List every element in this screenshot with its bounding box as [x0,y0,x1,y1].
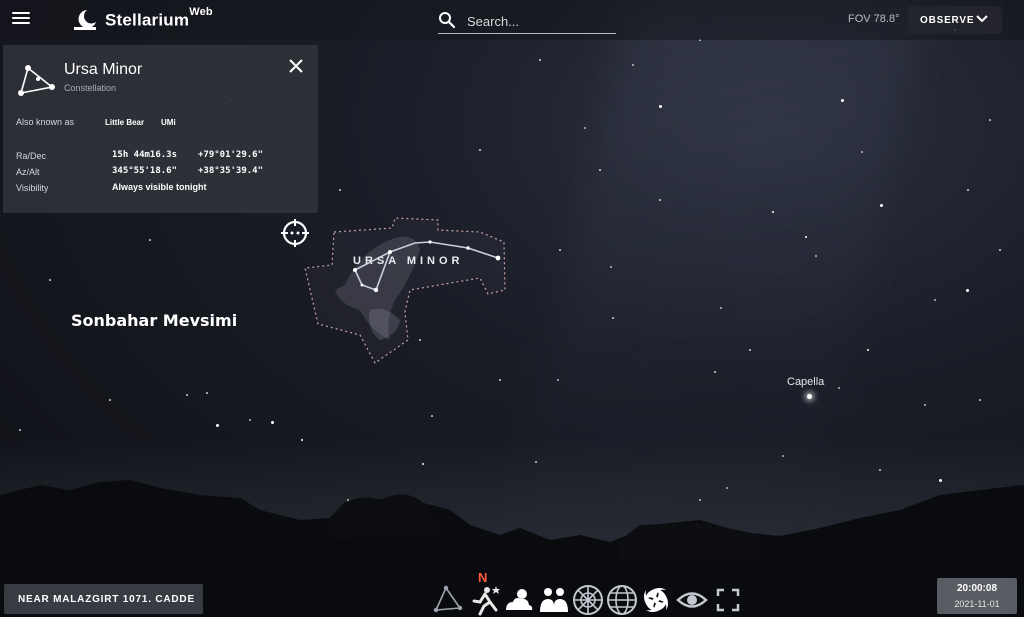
star [539,59,541,61]
star [49,279,51,281]
visibility-label: Visibility [16,183,49,193]
star [989,119,991,121]
atmosphere-icon[interactable] [502,584,534,616]
object-type: Constellation [64,83,117,93]
star [879,203,883,207]
visibility-value: Always visible tonight [112,182,207,192]
star [249,419,251,421]
brand-title: StellariumWeb [105,6,213,30]
star [658,104,662,108]
radec-label: Ra/Dec [16,151,47,161]
constellation-art-icon[interactable] [470,584,502,616]
search-box[interactable] [438,9,619,34]
star [215,423,219,427]
star [999,249,1001,251]
star-label-capella[interactable]: Capella [787,376,824,388]
star [610,266,612,268]
azimuthal-grid-icon[interactable] [572,584,604,616]
search-input[interactable] [465,10,619,32]
season-text: Sonbahar Mevsimi [71,311,238,330]
alias-chip: Little Bear [105,118,145,127]
star [431,415,433,417]
bottom-toolbar: N [430,568,746,617]
constellation-icon [18,65,55,96]
night-mode-icon[interactable] [676,584,708,616]
az-value: 345°55'18.6" [112,166,178,176]
ra-value: 15h 44m16.3s [112,150,178,160]
star [924,404,926,406]
star [720,307,722,309]
menu-button[interactable] [10,9,32,31]
star [979,399,981,401]
star [270,420,274,424]
location-button[interactable]: NEAR MALAZGIRT 1071. CADDE [4,584,203,614]
star [815,255,817,257]
star [612,317,614,319]
star [838,387,840,389]
location-label: NEAR MALAZGIRT 1071. CADDE [18,594,195,605]
observe-button[interactable]: OBSERVE [908,6,1002,34]
star [339,189,341,191]
close-icon[interactable] [287,57,305,75]
time-display: 20:00:08 [956,583,998,594]
star [967,189,969,191]
star [479,149,481,151]
object-title: Ursa Minor [64,61,143,78]
datetime-button[interactable]: 20:00:08 2021-11-01 [937,578,1017,614]
alias-chip: UMi [161,118,176,127]
star [840,98,844,102]
landscape-icon[interactable] [538,584,570,616]
date-display: 2021-11-01 [954,599,1000,609]
star [557,379,559,381]
star [632,64,634,66]
star [499,379,501,381]
star [599,169,601,171]
star [186,394,188,396]
constellations-lines-icon[interactable] [432,584,464,616]
equatorial-grid-icon[interactable] [606,584,638,616]
stellarium-logo-icon [74,10,96,30]
star [584,127,586,129]
star [806,393,812,399]
star [861,151,863,153]
observe-label: OBSERVE [920,15,975,26]
star [559,249,561,251]
azalt-label: Az/Alt [16,167,40,177]
constellation-label: URSA MINOR [353,255,464,267]
fov-readout: FOV 78.8° [848,13,900,25]
alt-value: +38°35'39.4" [198,166,264,176]
fullscreen-icon[interactable] [712,584,744,616]
compass-north-label: N [478,570,488,585]
deep-sky-objects-icon[interactable] [640,584,672,616]
star [19,429,21,431]
object-info-panel: Ursa Minor Constellation Also known as L… [3,45,318,213]
top-bar: StellariumWeb FOV 78.8° OBSERVE [0,0,1024,40]
star [866,348,870,352]
star [659,199,661,201]
chevron-down-icon [976,15,988,23]
star [109,399,111,401]
also-known-label: Also known as [16,117,75,127]
dec-value: +79°01'29.6" [198,150,264,160]
ursa-minor-constellation[interactable] [300,210,515,370]
star [149,239,151,241]
star [749,349,751,351]
star [934,299,936,301]
search-icon [439,12,456,29]
star [965,288,969,292]
star [206,392,208,394]
star [714,371,716,373]
